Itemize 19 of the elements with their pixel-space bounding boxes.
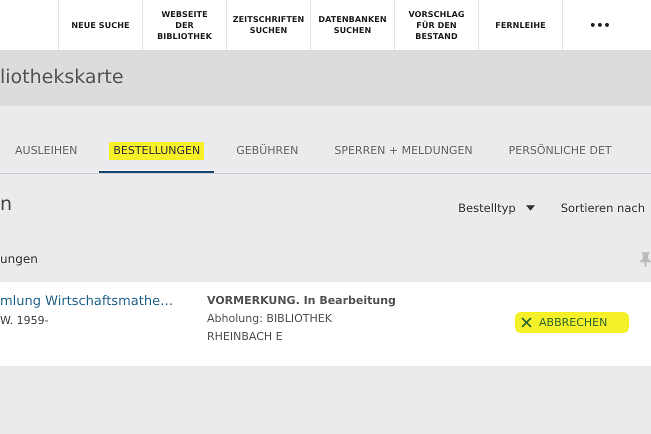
tab[interactable]: GEBÜHREN [222, 139, 312, 173]
cancel-button[interactable]: ABBRECHEN [515, 312, 630, 333]
list-heading: ungen [0, 252, 38, 266]
filter-dropdown[interactable]: Bestelltyp [458, 201, 535, 215]
filter-dropdown[interactable]: Sortieren nach [560, 201, 645, 215]
page-title: liothekskarte [0, 66, 124, 90]
tab[interactable]: AUSLEIHEN [0, 139, 92, 173]
section-heading: n [0, 193, 12, 215]
pickup-text: RHEINBACH E [207, 330, 284, 343]
tab[interactable]: BESTELLUNGEN [99, 139, 214, 173]
pickup-text: Abholung: BIBLIOTHEK [207, 312, 333, 325]
tab[interactable]: SPERREN + MELDUNGEN [320, 139, 487, 173]
tab[interactable]: PERSÖNLICHE DET [494, 139, 626, 173]
title-link[interactable]: mlung Wirtschaftsmathe… [0, 294, 207, 309]
pin-icon[interactable] [640, 252, 651, 266]
status-text: VORMERKUNG. In Bearbeitung [207, 294, 397, 307]
close-icon [521, 317, 532, 328]
item-subtitle: W. 1959- [0, 314, 50, 327]
caret-icon [526, 205, 535, 211]
